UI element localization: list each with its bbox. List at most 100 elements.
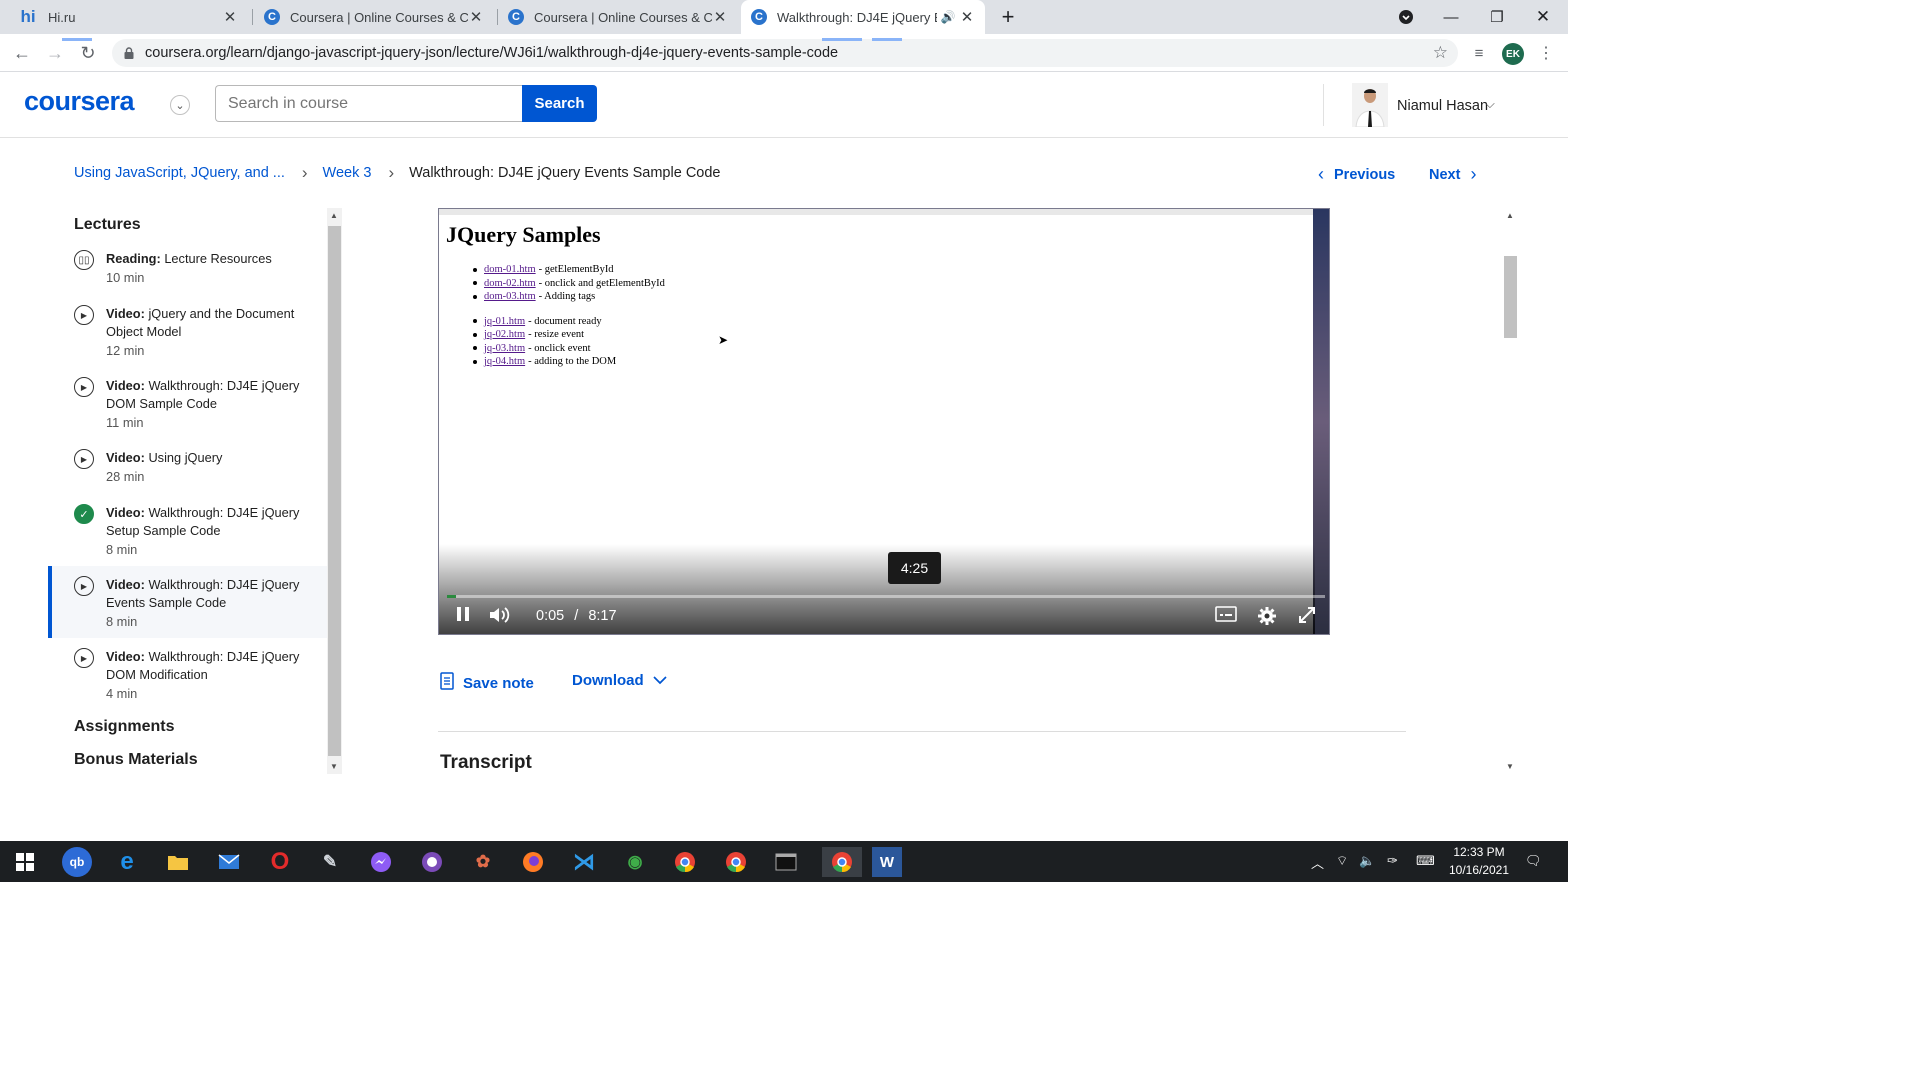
video-progress-bar[interactable] (447, 595, 1325, 598)
tab-title: Walkthrough: DJ4E jQuery E (777, 9, 937, 25)
sidebar-item-jquery-dom[interactable]: ▶ Video: jQuery and the Document Object … (48, 305, 328, 363)
coursera-logo[interactable]: coursera (24, 86, 135, 117)
wifi-icon[interactable]: ⌔ (1336, 853, 1348, 869)
word-icon[interactable]: W (872, 847, 902, 877)
file-explorer-icon[interactable] (163, 847, 193, 877)
fullscreen-icon[interactable] (1298, 606, 1316, 629)
mail-icon[interactable] (214, 847, 244, 877)
browser-tab-active[interactable]: C Walkthrough: DJ4E jQuery E 🔊 ✕ (741, 0, 985, 34)
close-tab-icon[interactable]: ✕ (222, 8, 238, 26)
reload-icon[interactable]: ↻ (75, 40, 101, 66)
sidebar-scrollbar[interactable]: ▲ ▼ (327, 208, 342, 774)
main-scrollbar[interactable]: ▲ ▼ (1502, 208, 1518, 774)
save-note-button[interactable]: Save note (440, 672, 534, 694)
opera-icon[interactable]: O (265, 847, 295, 877)
volume-icon[interactable] (489, 606, 511, 629)
chrome-active-icon[interactable] (822, 847, 862, 877)
sample-link: jq-03.htm (484, 342, 526, 354)
chevron-down-icon[interactable]: ⌄ (170, 95, 190, 115)
qbittorrent-icon[interactable]: qb (62, 847, 92, 877)
sidebar-item-events-sample-active[interactable]: ▶ Video: Walkthrough: DJ4E jQuery Events… (48, 566, 328, 638)
messenger-icon[interactable] (366, 847, 396, 877)
github-desktop-icon[interactable] (417, 847, 447, 877)
edge-icon[interactable]: e (112, 847, 142, 877)
paint-icon[interactable]: ✿ (468, 847, 498, 877)
sidebar-item-dom-modification[interactable]: ▶ Video: Walkthrough: DJ4E jQuery DOM Mo… (48, 648, 328, 706)
scroll-up-arrow-icon[interactable]: ▲ (1506, 211, 1514, 220)
list-item: jq-04.htm - adding to the DOM (473, 355, 665, 369)
search-button[interactable]: Search (522, 85, 597, 122)
close-tab-icon[interactable]: ✕ (712, 8, 728, 26)
captions-icon[interactable] (1215, 606, 1237, 627)
scrollbar-thumb[interactable] (1504, 256, 1517, 338)
notifications-icon[interactable]: 🗨 (1525, 853, 1542, 869)
video-total-time: 8:17 (588, 608, 617, 624)
back-icon[interactable]: ← (9, 40, 35, 66)
sample-link: dom-03.htm (484, 291, 536, 303)
browser-tab[interactable]: hi Hi.ru ✕ (8, 0, 248, 34)
chevron-down-icon[interactable]: ⌵ (1485, 96, 1495, 112)
browser-tab[interactable]: C Coursera | Online Courses & Cre ✕ (498, 0, 738, 34)
list-item: dom-01.htm - getElementById (473, 263, 665, 277)
time-separator: / (574, 608, 579, 624)
firefox-icon[interactable] (518, 847, 548, 877)
keyboard-icon[interactable]: ⌨ (1416, 853, 1435, 869)
new-tab-button[interactable]: + (985, 0, 1031, 34)
user-avatar[interactable] (1352, 83, 1388, 128)
speaker-icon[interactable]: 🔊 (937, 10, 959, 24)
chrome-menu-icon[interactable]: ⋮ (1533, 40, 1559, 66)
breadcrumb-course-link[interactable]: Using JavaScript, JQuery, and ... (74, 165, 285, 181)
forward-icon[interactable]: → (42, 40, 68, 66)
user-name[interactable]: Niamul Hasan (1397, 98, 1488, 114)
settings-gear-icon[interactable] (1257, 606, 1277, 631)
download-dropdown[interactable]: Download (572, 672, 667, 689)
browser-tab[interactable]: C Coursera | Online Courses & Cre ✕ (254, 0, 494, 34)
sidebar-item-lecture-resources[interactable]: ▯▯ Reading: Lecture Resources 10 min (48, 250, 328, 300)
bookmark-star-icon[interactable]: ☆ (1433, 43, 1448, 63)
chrome-icon[interactable] (670, 847, 700, 877)
scrollbar-thumb[interactable] (328, 226, 341, 756)
video-player[interactable]: JQuery Samples dom-01.htm - getElementByI… (438, 208, 1330, 635)
sidebar-section-assignments[interactable]: Assignments (74, 718, 174, 736)
sidebar-item-dom-sample[interactable]: ▶ Video: Walkthrough: DJ4E jQuery DOM Sa… (48, 377, 328, 435)
vscode-icon[interactable]: ⋊ (569, 847, 599, 877)
sidebar-item-using-jquery[interactable]: ▶ Video: Using jQuery 28 min (48, 449, 328, 489)
save-note-label: Save note (463, 674, 534, 692)
course-search-input[interactable] (215, 85, 523, 122)
tray-expand-icon[interactable]: ︿ (1311, 853, 1324, 872)
minimize-button[interactable]: — (1428, 0, 1474, 34)
reading-list-icon[interactable]: ≡ (1466, 40, 1492, 66)
scroll-down-arrow-icon[interactable]: ▼ (1506, 762, 1514, 771)
pause-icon[interactable] (455, 606, 471, 627)
sidebar-section-bonus-materials[interactable]: Bonus Materials (74, 751, 198, 769)
note-icon (440, 672, 454, 694)
windows-start-icon[interactable] (10, 847, 40, 877)
restore-button[interactable]: ❐ (1474, 0, 1520, 34)
previous-lecture-link[interactable]: ‹ Previous (1318, 164, 1395, 185)
sidebar-item-setup-sample[interactable]: ✓ Video: Walkthrough: DJ4E jQuery Setup … (48, 504, 328, 562)
breadcrumb-week-link[interactable]: Week 3 (323, 165, 372, 181)
close-window-button[interactable]: ✕ (1520, 0, 1566, 34)
address-bar[interactable]: coursera.org/learn/django-javascript-jqu… (112, 39, 1458, 67)
scroll-down-arrow-icon[interactable]: ▼ (330, 762, 338, 771)
chrome-profile-icon[interactable] (721, 847, 751, 877)
item-duration: 11 min (106, 415, 144, 430)
taskbar-clock[interactable]: 12:33 PM 10/16/2021 (1440, 843, 1518, 879)
play-icon: ▶ (74, 377, 94, 397)
seek-hover-time: 4:25 (888, 552, 941, 584)
close-tab-icon[interactable]: ✕ (468, 8, 484, 26)
profile-avatar[interactable]: EK (1502, 43, 1524, 65)
scroll-up-arrow-icon[interactable]: ▲ (330, 211, 338, 220)
download-label: Download (572, 672, 644, 689)
play-icon: ▶ (74, 576, 94, 596)
video-page-heading: JQuery Samples (446, 222, 601, 247)
volume-tray-icon[interactable]: 🔈 (1359, 853, 1375, 869)
pen-icon[interactable]: ✑ (1387, 853, 1398, 869)
taskbar-active-indicator (62, 38, 92, 41)
terminal-icon[interactable] (771, 847, 801, 877)
inkscape-icon[interactable]: ✎ (315, 847, 345, 877)
maps-icon[interactable]: ◉ (620, 847, 650, 877)
tab-search-icon[interactable] (1383, 0, 1429, 34)
close-tab-icon[interactable]: ✕ (959, 8, 975, 26)
next-lecture-link[interactable]: Next › (1429, 164, 1476, 185)
